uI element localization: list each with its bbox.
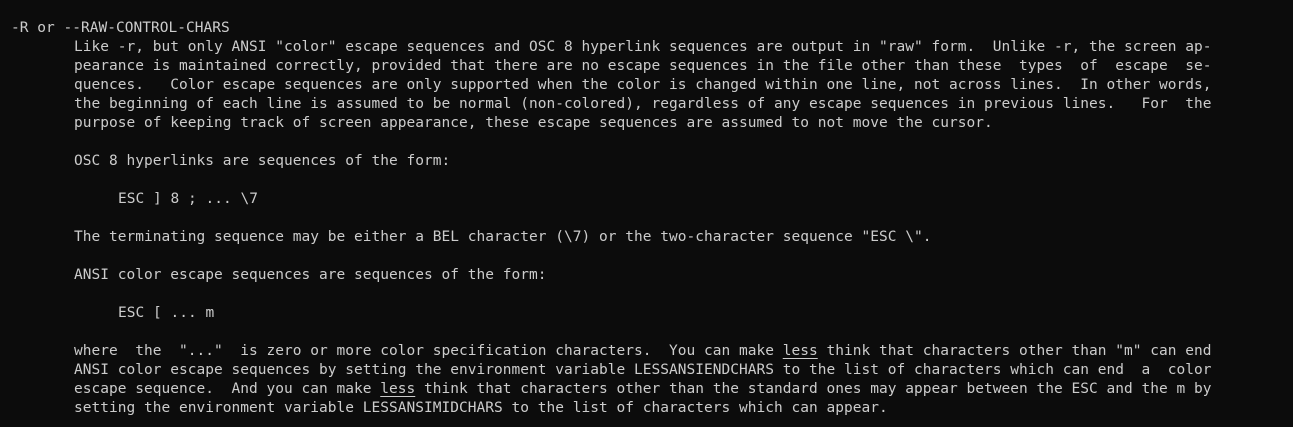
where-line: where the "..." is zero or more color sp… <box>11 342 1293 361</box>
where-line: ANSI color escape sequences by setting t… <box>74 362 1212 378</box>
terminating-line: The terminating sequence may be either a… <box>74 229 932 245</box>
ansi-form-example: ESC [ ... m <box>118 305 215 321</box>
description-line: pearance is maintained correctly, provid… <box>74 58 1212 74</box>
where-text: think that characters other than the sta… <box>415 381 1212 397</box>
osc-intro-line: OSC 8 hyperlinks are sequences of the fo… <box>74 153 451 169</box>
description-line: purpose of keeping track of screen appea… <box>74 115 993 131</box>
where-text: think that characters other than "m" can… <box>817 343 1212 359</box>
terminal-window[interactable]: -R or --RAW-CONTROL-CHARS Like -r, but o… <box>0 0 1293 427</box>
where-line: escape sequence. And you can make less t… <box>11 380 1293 399</box>
description-line: the beginning of each line is assumed to… <box>74 96 1212 112</box>
less-command-ref: less <box>380 381 416 397</box>
osc-form-example: ESC ] 8 ; ... \7 <box>118 191 258 207</box>
ansi-intro-line: ANSI color escape sequences are sequence… <box>74 267 547 283</box>
where-line: setting the environment variable LESSANS… <box>74 400 888 416</box>
where-text: where the "..." is zero or more color sp… <box>74 343 783 359</box>
option-heading: -R or --RAW-CONTROL-CHARS <box>11 20 230 36</box>
where-text: escape sequence. And you can make <box>74 381 381 397</box>
less-command-ref: less <box>782 343 818 359</box>
description-line: Like -r, but only ANSI "color" escape se… <box>74 39 1212 55</box>
description-line: quences. Color escape sequences are only… <box>74 77 1212 93</box>
